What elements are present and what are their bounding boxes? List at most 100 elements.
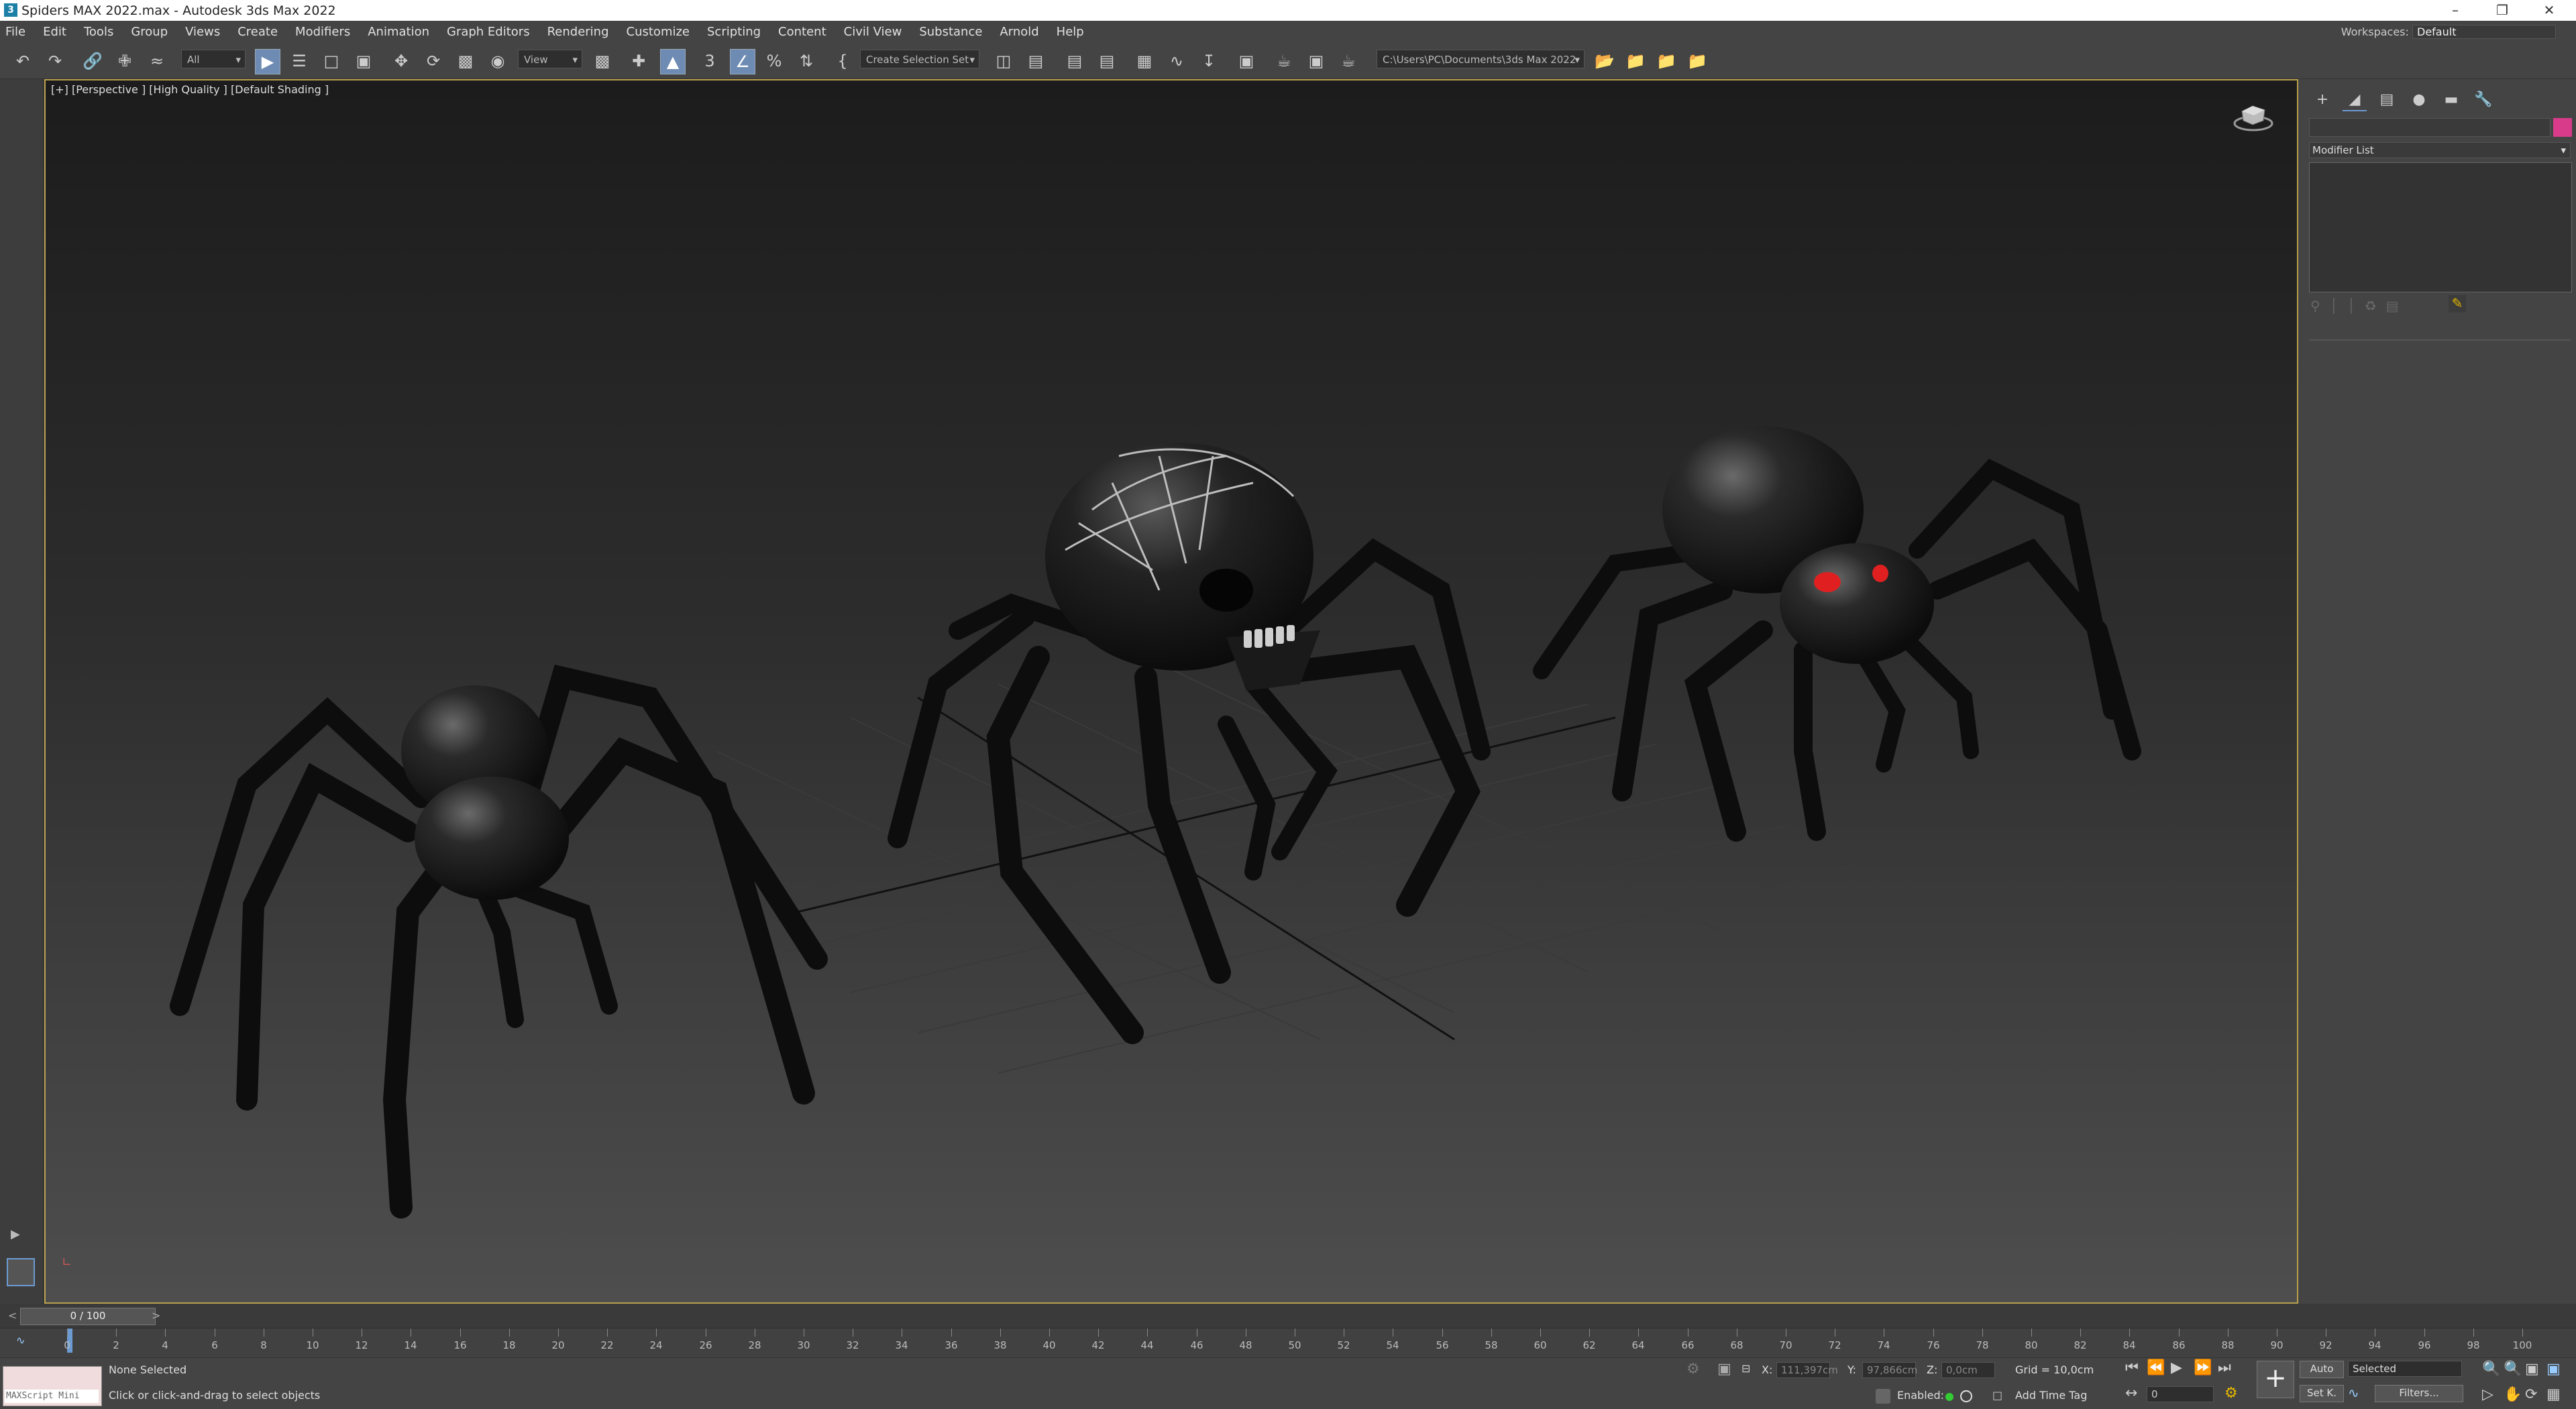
time-tag-icon[interactable]: □ [1992,1389,2002,1402]
time-slider-handle[interactable]: 0 / 100 [20,1308,156,1325]
y-coordinate-field[interactable]: 97,866cm [1862,1362,1917,1378]
menu-item-group[interactable]: Group [131,25,168,39]
menu-item-scripting[interactable]: Scripting [707,25,761,39]
object-name-field[interactable] [2309,118,2551,137]
viewport-layout-tab[interactable] [7,1258,35,1286]
absolute-mode-icon[interactable]: ⊟ [1741,1362,1750,1375]
angle-snap-icon[interactable]: ∠ [730,49,755,74]
set-key-icon[interactable]: + [2257,1361,2294,1398]
create-project-from-default-icon[interactable]: 📁 [1654,49,1678,73]
create-project-from-current-icon[interactable]: 📁 [1685,49,1709,73]
menu-item-views[interactable]: Views [185,25,220,39]
zoom-extents-icon[interactable]: ▣ [2525,1361,2539,1377]
create-empty-project-icon[interactable]: 📁 [1623,49,1648,73]
open-project-folder-icon[interactable]: 📂 [1593,49,1617,73]
perspective-viewport[interactable]: [+] [Perspective ] [High Quality ] [Defa… [44,79,2298,1304]
menu-item-graph-editors[interactable]: Graph Editors [447,25,530,39]
align-icon[interactable]: ▤ [1024,49,1048,73]
play-icon[interactable]: ▶ [2171,1359,2182,1376]
next-key-icon[interactable]: ⏩ [2194,1359,2212,1376]
set-key-mode-button[interactable]: Set K. [2300,1385,2344,1402]
time-tag-toggle[interactable] [1960,1390,1972,1402]
go-to-end-icon[interactable]: ⏭ [2218,1359,2231,1376]
keyboard-shortcut-override-icon[interactable]: ▲ [660,49,686,74]
workspaces-dropdown[interactable]: Default [2412,25,2556,39]
x-coordinate-field[interactable]: 111,397cm [1776,1362,1838,1378]
track-bar[interactable]: ∿ 0 2 4 6 8 10 12 14 16 18 20 22 24 26 28 30 32 34 36 38 40 4… [0,1328,2576,1358]
rendered-frame-window-icon[interactable]: ▣ [1304,49,1328,73]
time-configuration-icon[interactable]: ⚙ [2224,1385,2238,1402]
previous-frame-arrow-icon[interactable]: < [8,1309,17,1322]
select-object-icon[interactable]: ▶ [255,49,280,74]
material-editor-icon[interactable]: ▣ [1234,49,1258,73]
zoom-icon[interactable]: 🔍 [2482,1361,2500,1377]
menu-item-civil-view[interactable]: Civil View [844,25,902,39]
utilities-tab-icon[interactable]: 🔧 [2471,89,2496,110]
viewcube-icon[interactable] [2233,98,2274,133]
toggle-ribbon-icon[interactable]: ▦ [1132,49,1157,73]
layer-explorer-icon[interactable]: ▤ [1095,49,1119,73]
percent-snap-icon[interactable]: % [762,49,786,73]
redo-icon[interactable]: ↷ [43,49,67,73]
maxscript-mini-input[interactable]: MAXScript Mini [5,1390,99,1403]
schematic-view-icon[interactable]: ↧ [1197,49,1221,73]
current-frame-field[interactable]: 0 [2147,1386,2214,1402]
maxscript-listener[interactable]: MAXScript Mini [3,1366,102,1406]
reference-coordinate-dropdown[interactable]: View [518,50,582,69]
mirror-icon[interactable]: ◫ [991,49,1016,73]
close-button[interactable]: ✕ [2529,1,2569,19]
use-pivot-center-icon[interactable]: ▩ [590,49,614,73]
add-time-tag-button[interactable]: Add Time Tag [2015,1389,2087,1402]
minimize-button[interactable]: – [2435,1,2475,19]
unlink-selection-icon[interactable]: ✙ [113,49,137,73]
snaps-toggle-icon[interactable]: 3 [698,49,722,73]
z-coordinate-field[interactable]: 0,0cm [1941,1362,1995,1378]
expand-layouts-icon[interactable]: ▶ [11,1227,20,1241]
menu-item-create[interactable]: Create [237,25,278,39]
motion-tab-icon[interactable]: ● [2407,89,2431,110]
selection-filter-dropdown[interactable]: All [181,50,246,69]
modify-tab-icon[interactable]: ◢ [2343,89,2367,111]
place-icon[interactable]: ◉ [486,49,510,73]
move-icon[interactable]: ✥ [389,49,413,73]
restore-button[interactable]: ❐ [2482,1,2522,19]
scene-explorer-icon[interactable]: ▤ [1063,49,1087,73]
bind-to-space-warp-icon[interactable]: ≈ [145,49,169,73]
menu-item-file[interactable]: File [5,25,25,39]
rotate-icon[interactable]: ⟳ [421,49,445,73]
configure-modifier-sets-icon[interactable]: ✎ [2449,295,2466,313]
selection-lock-icon[interactable]: ▣ [1717,1361,1731,1377]
scale-icon[interactable]: ▩ [453,49,478,73]
previous-key-icon[interactable]: ⏪ [2147,1359,2165,1376]
key-filters-button[interactable]: Filters... [2375,1385,2463,1402]
menu-item-substance[interactable]: Substance [919,25,982,39]
auto-key-button[interactable]: Auto [2300,1361,2344,1378]
window-crossing-icon[interactable]: ▣ [352,49,376,73]
workspaces-selector[interactable]: Workspaces: Default [2341,25,2556,39]
display-tab-icon[interactable]: ▬ [2439,89,2463,110]
zoom-all-icon[interactable]: 🔍 [2504,1361,2522,1377]
menu-item-content[interactable]: Content [778,25,826,39]
rectangular-selection-icon[interactable]: □ [319,49,343,73]
isolate-selection-icon[interactable]: ⚙ [1686,1361,1700,1377]
render-production-icon[interactable]: ☕ [1336,49,1360,73]
mini-curve-editor-icon[interactable]: ∿ [16,1334,25,1347]
select-by-name-icon[interactable]: ☰ [287,49,311,73]
key-mode-dropdown[interactable]: Selected [2348,1361,2462,1377]
menu-item-tools[interactable]: Tools [84,25,113,39]
object-color-swatch[interactable] [2553,118,2572,137]
adaptive-degradation-icon[interactable] [1876,1389,1890,1404]
select-manipulate-icon[interactable]: ✚ [627,49,651,73]
menu-item-customize[interactable]: Customize [627,25,690,39]
go-to-start-icon[interactable]: ⏮ [2125,1359,2139,1376]
orbit-icon[interactable]: ⟳ [2525,1386,2537,1403]
menu-item-help[interactable]: Help [1057,25,1084,39]
key-mode-toggle-icon[interactable]: ↔ [2125,1385,2137,1402]
menu-item-animation[interactable]: Animation [368,25,429,39]
menu-item-modifiers[interactable]: Modifiers [295,25,350,39]
zoom-extents-all-icon[interactable]: ▣ [2546,1361,2561,1377]
named-selection-sets-dropdown[interactable]: Create Selection Set [860,50,979,69]
spinner-snap-icon[interactable]: ⇅ [794,49,818,73]
menu-item-arnold[interactable]: Arnold [1000,25,1038,39]
next-frame-arrow-icon[interactable]: > [152,1309,161,1322]
